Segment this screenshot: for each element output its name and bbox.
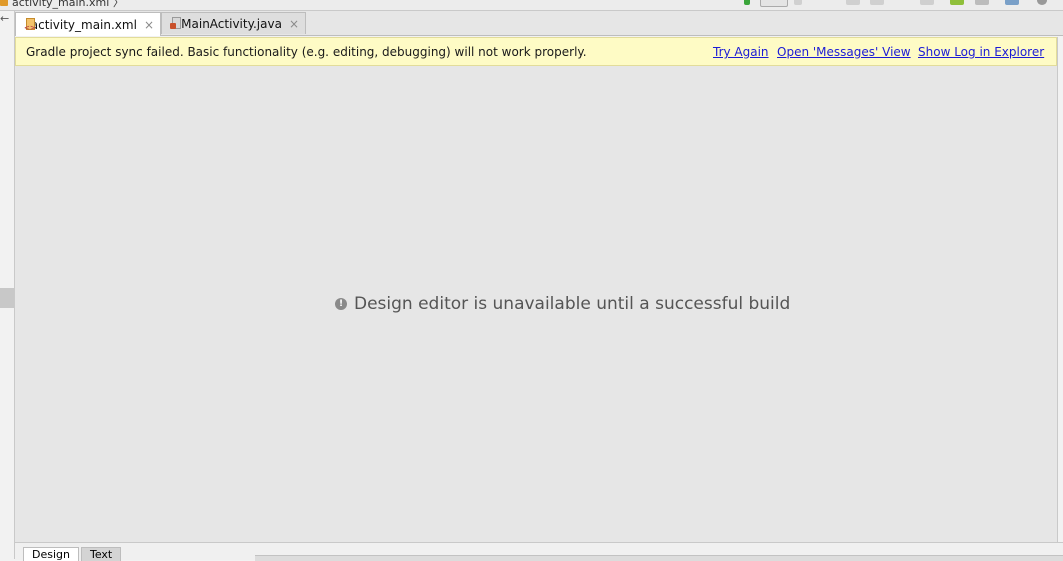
left-gutter: ←	[0, 11, 15, 559]
java-file-icon	[170, 16, 181, 31]
xml-file-icon	[0, 0, 8, 6]
tab-mainactivity-java[interactable]: MainActivity.java ×	[161, 12, 306, 34]
unavailable-message-text: Design editor is unavailable until a suc…	[354, 294, 791, 314]
back-arrow-icon[interactable]: ←	[0, 11, 9, 27]
device-selector[interactable]	[760, 0, 788, 7]
breadcrumb-file[interactable]: activity_main.xml	[12, 0, 109, 9]
try-again-link[interactable]: Try Again	[713, 45, 769, 59]
breadcrumb-separator: 〉	[112, 0, 124, 9]
tab-activity-main-xml[interactable]: <> activity_main.xml ×	[15, 12, 161, 36]
project-structure-icon[interactable]	[1005, 0, 1019, 5]
search-icon[interactable]	[1037, 0, 1047, 5]
top-toolbar: activity_main.xml 〉	[0, 0, 1063, 11]
unavailable-message: ! Design editor is unavailable until a s…	[335, 294, 790, 314]
tab-label: activity_main.xml	[30, 17, 137, 32]
sync-icon[interactable]	[870, 0, 884, 5]
sync-failed-banner: Gradle project sync failed. Basic functi…	[15, 37, 1057, 66]
banner-message: Gradle project sync failed. Basic functi…	[26, 45, 587, 59]
show-log-in-explorer-link[interactable]: Show Log in Explorer	[918, 45, 1044, 59]
gutter-handle[interactable]	[0, 288, 14, 308]
bottom-tab-bar: Design Text	[15, 542, 1063, 561]
stop-icon[interactable]	[920, 0, 934, 5]
info-icon: !	[335, 298, 347, 310]
xml-file-icon: <>	[24, 17, 36, 32]
close-icon[interactable]: ×	[144, 18, 154, 32]
tab-design-label: Design	[32, 548, 70, 561]
tab-label: MainActivity.java	[181, 16, 282, 31]
debug-icon[interactable]	[846, 0, 860, 5]
run-icon[interactable]	[744, 0, 750, 5]
horizontal-scrollbar[interactable]	[255, 555, 1063, 561]
sdk-manager-icon[interactable]	[975, 0, 989, 5]
breadcrumb[interactable]: activity_main.xml 〉	[10, 0, 124, 10]
design-canvas[interactable]: ! Design editor is unavailable until a s…	[15, 66, 1058, 542]
editor-tab-bar: <> activity_main.xml × MainActivity.java…	[15, 11, 1063, 36]
close-icon[interactable]: ×	[289, 17, 299, 31]
tab-text-label: Text	[90, 548, 113, 561]
right-scroll-edge	[1057, 37, 1063, 559]
play-icon[interactable]	[794, 0, 802, 5]
android-icon[interactable]	[950, 0, 964, 5]
open-messages-view-link[interactable]: Open 'Messages' View	[777, 45, 911, 59]
